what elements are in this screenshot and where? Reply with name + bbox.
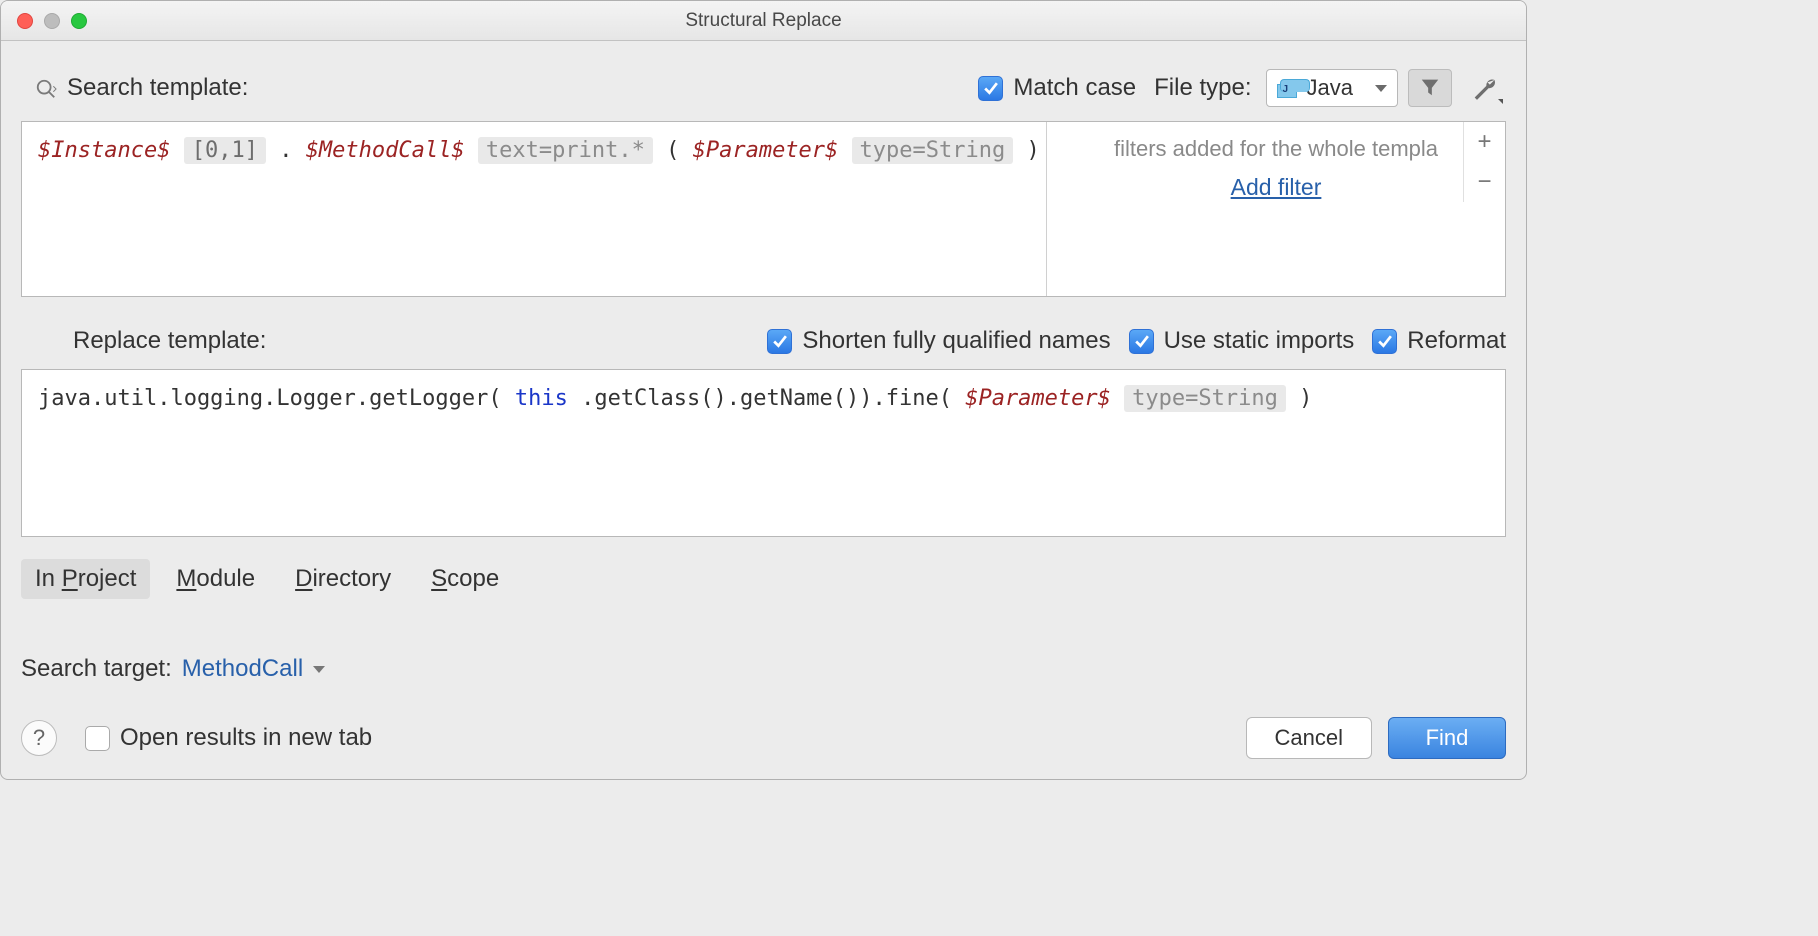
code-text: java.util.logging.Logger.getLogger( — [38, 386, 502, 411]
replace-template-label: Replace template: — [73, 327, 266, 355]
code-text: ) — [1027, 138, 1040, 163]
file-type-combo[interactable]: J Java — [1266, 69, 1398, 107]
search-target-dropdown[interactable]: MethodCall — [182, 655, 325, 683]
variable-token: $Parameter$ — [965, 386, 1111, 411]
scope-tab-directory[interactable]: Directory — [281, 559, 405, 599]
filter-badge: type=String — [1124, 385, 1286, 412]
funnel-icon — [1419, 76, 1441, 101]
chevron-down-icon — [313, 666, 325, 673]
help-button[interactable]: ? — [21, 720, 57, 756]
cancel-button[interactable]: Cancel — [1246, 717, 1372, 759]
add-filter-link[interactable]: Add filter — [1231, 174, 1322, 201]
variable-token: $Parameter$ — [693, 138, 839, 163]
chevron-down-icon — [1498, 99, 1503, 104]
shorten-fqn-checkbox[interactable]: Shorten fully qualified names — [767, 327, 1110, 355]
match-case-label: Match case — [1013, 74, 1136, 102]
filter-hint-text: filters added for the whole templa — [1057, 136, 1495, 162]
file-type-label: File type: — [1154, 74, 1251, 102]
remove-filter-button[interactable]: − — [1464, 162, 1506, 202]
code-text: . — [279, 138, 292, 163]
wrench-icon — [1470, 73, 1498, 104]
replace-template-editor[interactable]: java.util.logging.Logger.getLogger( this… — [21, 369, 1506, 537]
variable-token: $MethodCall$ — [306, 138, 465, 163]
count-badge: [0,1] — [184, 137, 266, 164]
tools-button[interactable] — [1462, 69, 1506, 107]
scope-tab-module[interactable]: Module — [162, 559, 269, 599]
titlebar: Structural Replace — [1, 1, 1526, 41]
code-text: ) — [1299, 386, 1312, 411]
filter-panel: filters added for the whole templa Add f… — [1047, 122, 1505, 296]
file-type-value: Java — [1307, 75, 1353, 101]
add-filter-button[interactable]: + — [1464, 122, 1506, 162]
search-template-label: Search template: — [67, 74, 248, 102]
java-file-icon: J — [1277, 78, 1297, 98]
filter-badge: type=String — [852, 137, 1014, 164]
match-case-checkbox[interactable]: Match case — [978, 74, 1136, 102]
static-imports-checkbox[interactable]: Use static imports — [1129, 327, 1355, 355]
code-text: .getClass().getName()).fine( — [581, 386, 952, 411]
open-results-checkbox[interactable]: Open results in new tab — [85, 724, 372, 752]
code-text: ( — [666, 138, 679, 163]
keyword-token: this — [515, 386, 568, 411]
search-template-editor[interactable]: $Instance$ [0,1] . $MethodCall$ text=pri… — [22, 122, 1047, 296]
window-title: Structural Replace — [1, 10, 1526, 32]
filter-badge: text=print.* — [478, 137, 653, 164]
search-icon — [35, 78, 55, 98]
reformat-checkbox[interactable]: Reformat — [1372, 327, 1506, 355]
variable-token: $Instance$ — [38, 138, 170, 163]
chevron-down-icon — [1375, 85, 1387, 92]
search-target-label: Search target: — [21, 655, 172, 683]
scope-tab-scope[interactable]: Scope — [417, 559, 513, 599]
scope-tab-in-project[interactable]: In Project — [21, 559, 150, 599]
filter-button[interactable] — [1408, 69, 1452, 107]
find-button[interactable]: Find — [1388, 717, 1506, 759]
